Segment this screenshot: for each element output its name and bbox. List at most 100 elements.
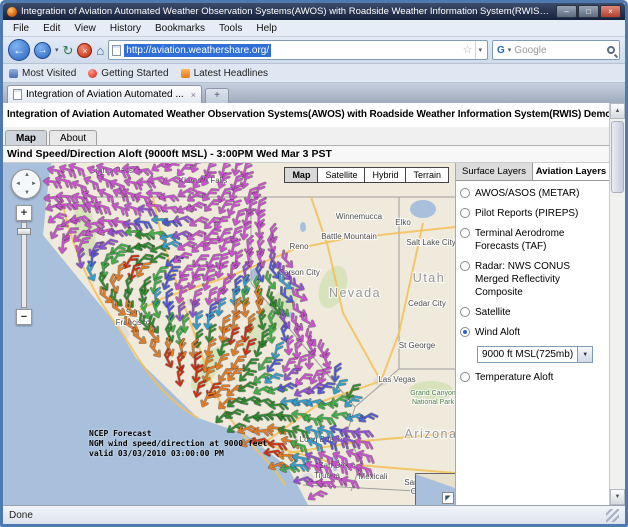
radio-radar-nws-conus-merged-reflectivity-composite[interactable] (460, 261, 470, 271)
scroll-up-icon[interactable]: ▲ (610, 103, 625, 119)
layer-option-label: Terminal Aerodrome Forecasts (TAF) (475, 228, 565, 252)
map-type-buttons: Map Satellite Hybrid Terrain (284, 167, 449, 183)
svg-text:St George: St George (399, 341, 436, 350)
page-tab-map[interactable]: Map (5, 130, 47, 145)
scroll-down-icon[interactable]: ▼ (610, 489, 625, 505)
map-zone: Grants Pass Klamath Falls Winnemucca Battle… (3, 163, 609, 505)
pan-up-icon[interactable]: ▲ (24, 172, 30, 178)
radio-temperature-aloft[interactable] (460, 372, 470, 382)
radio-satellite[interactable] (460, 307, 470, 317)
search-engine-dropdown-icon[interactable]: ▾ (508, 46, 512, 54)
map[interactable]: Grants Pass Klamath Falls Winnemucca Battle… (3, 163, 455, 505)
scrollbar-thumb[interactable] (611, 121, 624, 193)
radio-terminal-aerodrome-forecasts-taf[interactable] (460, 228, 470, 238)
map-type-hybrid[interactable]: Hybrid (365, 167, 407, 183)
zoom-slider-handle[interactable] (17, 228, 31, 235)
svg-text:National Park: National Park (412, 399, 455, 406)
pan-right-icon[interactable]: ► (31, 181, 37, 187)
layer-option-radar-nws-conus-merged-reflectivity-composite[interactable]: Radar: NWS CONUS Merged Reflectivity Com… (460, 260, 605, 299)
new-tab-button[interactable]: + (205, 88, 229, 103)
layer-option-label: Temperature Aloft (475, 372, 554, 383)
radio-awos-asos-metar[interactable] (460, 188, 470, 198)
layer-option-label: AWOS/ASOS (METAR) (475, 188, 580, 199)
resize-grip[interactable] (606, 508, 619, 522)
altitude-value: 9000 ft MSL(725mb) (482, 349, 574, 360)
bookmark-getting-started[interactable]: Getting Started (88, 68, 169, 79)
zoom-out-button[interactable]: − (16, 309, 32, 325)
dropdown-arrow-icon[interactable]: ▼ (577, 347, 593, 362)
page-tab-strip: Map About (3, 127, 609, 146)
tab-title: Integration of Aviation Automated ... (26, 89, 184, 100)
forward-button[interactable]: → (34, 41, 51, 59)
panel-tab-aviation-layers[interactable]: Aviation Layers (533, 163, 609, 180)
window-title: Integration of Aviation Automated Weathe… (21, 6, 552, 17)
layer-option-label: Satellite (475, 307, 511, 318)
vertical-scrollbar[interactable]: ▲ ▼ (609, 103, 625, 505)
home-button[interactable]: ⌂ (96, 44, 104, 57)
radio-wind-aloft[interactable] (460, 327, 470, 337)
most-visited-icon (9, 68, 18, 78)
page-main: Integration of Aviation Automated Weathe… (3, 103, 609, 505)
forecast-annotation-line: NGM wind speed/direction at 9000 feet (89, 439, 268, 448)
close-button[interactable]: × (600, 5, 621, 18)
back-button[interactable]: ← (8, 39, 30, 61)
menu-item-edit[interactable]: Edit (37, 22, 66, 35)
zoom-in-button[interactable]: + (16, 205, 32, 221)
menu-item-help[interactable]: Help (250, 22, 283, 35)
scrollbar-track[interactable] (610, 119, 625, 489)
layer-option-pilot-reports-pireps[interactable]: Pilot Reports (PIREPS) (460, 207, 605, 220)
layer-option-wind-aloft[interactable]: Wind Aloft (460, 326, 605, 339)
svg-text:Las Vegas: Las Vegas (378, 375, 415, 384)
bookmark-most-visited[interactable]: Most Visited (9, 68, 76, 79)
window-controls: – □ × (556, 5, 621, 18)
browser-tab[interactable]: Integration of Aviation Automated ... × (7, 85, 202, 103)
maximize-button[interactable]: □ (578, 5, 599, 18)
history-dropdown-icon[interactable]: ▾ (55, 46, 59, 54)
stop-button[interactable]: × (77, 42, 93, 58)
page-tab-about[interactable]: About (49, 130, 98, 145)
layers-panel-body: AWOS/ASOS (METAR) Pilot Reports (PIREPS) T… (456, 181, 609, 505)
radio-pilot-reports-pireps[interactable] (460, 208, 470, 218)
pan-down-icon[interactable]: ▼ (24, 190, 30, 196)
tab-bar: Integration of Aviation Automated ... × … (3, 83, 625, 103)
layer-option-awos-asos-metar[interactable]: AWOS/ASOS (METAR) (460, 187, 605, 200)
layer-option-temperature-aloft[interactable]: Temperature Aloft (460, 371, 605, 384)
map-type-satellite[interactable]: Satellite (318, 167, 366, 183)
title-bar[interactable]: Integration of Aviation Automated Weathe… (3, 3, 625, 20)
pan-control[interactable]: ▲ ▼ ◄ ► (11, 169, 41, 199)
search-icon[interactable] (607, 46, 615, 54)
browser-window: Integration of Aviation Automated Weathe… (0, 0, 628, 527)
reload-button[interactable]: ↻ (63, 44, 74, 57)
overview-map-toggle[interactable]: ◤ (442, 492, 454, 504)
layer-option-satellite[interactable]: Satellite (460, 306, 605, 319)
url-bar[interactable]: http://aviation.weathershare.org/ ☆ ▾ (108, 40, 488, 60)
minimize-button[interactable]: – (556, 5, 577, 18)
layer-option-label: Radar: NWS CONUS Merged Reflectivity Com… (475, 261, 571, 298)
svg-text:Utah: Utah (413, 271, 445, 285)
panel-tab-surface-layers[interactable]: Surface Layers (456, 163, 533, 180)
url-text[interactable]: http://aviation.weathershare.org/ (124, 43, 272, 57)
map-type-map[interactable]: Map (284, 167, 319, 183)
menu-item-tools[interactable]: Tools (213, 22, 248, 35)
layer-option-terminal-aerodrome-forecasts-taf[interactable]: Terminal Aerodrome Forecasts (TAF) (460, 227, 605, 253)
page-content: Integration of Aviation Automated Weathe… (3, 103, 625, 505)
page-title: Integration of Aviation Automated Weathe… (7, 109, 609, 120)
tab-close-icon[interactable]: × (191, 90, 196, 100)
overview-map-inset: ◤ (415, 473, 455, 505)
forecast-annotation-line: NCEP Forecast (89, 429, 152, 438)
search-input[interactable]: Google (514, 45, 604, 56)
bookmarks-toolbar: Most Visited Getting Started Latest Headli… (3, 64, 625, 83)
search-box[interactable]: G ▾ Google (492, 40, 620, 60)
menu-item-file[interactable]: File (7, 22, 35, 35)
altitude-select[interactable]: 9000 ft MSL(725mb) ▼ (477, 346, 594, 363)
map-type-terrain[interactable]: Terrain (406, 167, 449, 183)
bookmark-latest-headlines[interactable]: Latest Headlines (180, 68, 268, 79)
menu-item-history[interactable]: History (104, 22, 147, 35)
menu-item-bookmarks[interactable]: Bookmarks (149, 22, 211, 35)
bookmark-star-icon[interactable]: ☆ (463, 44, 473, 56)
url-dropdown-icon[interactable]: ▾ (475, 41, 484, 59)
menu-item-view[interactable]: View (68, 22, 102, 35)
pan-left-icon[interactable]: ◄ (15, 181, 21, 187)
layers-panel-tabs: Surface Layers Aviation Layers (456, 163, 609, 181)
map-header: Wind Speed/Direction Aloft (9000ft MSL) … (3, 146, 609, 163)
